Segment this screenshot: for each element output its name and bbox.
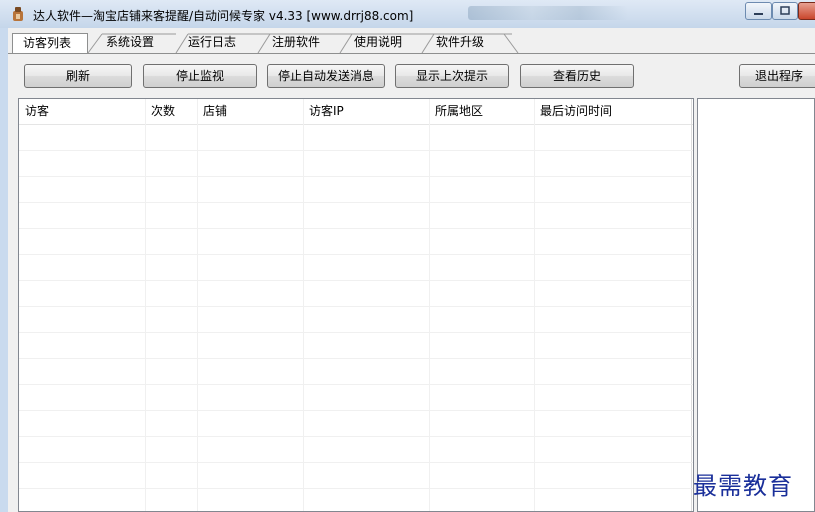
grid-row-line xyxy=(19,150,693,151)
column-header-last-visit-time[interactable]: 最后访问时间 xyxy=(534,99,692,124)
refresh-button[interactable]: 刷新 xyxy=(24,64,132,88)
tab-strip: 访客列表 系统设置 运行日志 注册软件 使用说明 软件升级 xyxy=(8,33,815,54)
grid-row-line xyxy=(19,306,693,307)
column-header-count[interactable]: 次数 xyxy=(145,99,197,124)
view-history-button[interactable]: 查看历史 xyxy=(520,64,634,88)
grid-row-line xyxy=(19,228,693,229)
column-header-visitor[interactable]: 访客 xyxy=(19,99,145,124)
tab-baseline xyxy=(8,53,815,54)
app-icon xyxy=(13,7,23,21)
grid-row-line xyxy=(19,410,693,411)
stop-monitor-button[interactable]: 停止监视 xyxy=(143,64,257,88)
grid-row-line xyxy=(19,436,693,437)
watermark-text: 最需教育 xyxy=(693,472,793,500)
visitor-list[interactable]: 访客 次数 店铺 访客IP 所属地区 最后访问时间 xyxy=(18,98,694,512)
minimize-icon xyxy=(754,13,763,15)
toolbar: 刷新 停止监视 停止自动发送消息 显示上次提示 查看历史 退出程序 xyxy=(8,61,815,91)
side-panel xyxy=(697,98,815,512)
grid-row-line xyxy=(19,254,693,255)
column-header-shop[interactable]: 店铺 xyxy=(197,99,303,124)
grid-row-line xyxy=(19,332,693,333)
grid-row-line xyxy=(19,488,693,489)
app-window: 达人软件—淘宝店铺来客提醒/自动问候专家 v4.33 [www.drrj88.c… xyxy=(0,0,815,512)
client-area: 访客列表 系统设置 运行日志 注册软件 使用说明 软件升级 刷新 停止监视 停止… xyxy=(8,28,815,512)
grid-row-line xyxy=(19,202,693,203)
column-header-region[interactable]: 所属地区 xyxy=(429,99,534,124)
grid-row-line xyxy=(19,462,693,463)
list-header: 访客 次数 店铺 访客IP 所属地区 最后访问时间 xyxy=(19,99,693,125)
title-bar[interactable]: 达人软件—淘宝店铺来客提醒/自动问候专家 v4.33 [www.drrj88.c… xyxy=(0,0,815,28)
close-button[interactable] xyxy=(798,2,815,20)
window-border xyxy=(0,28,8,512)
column-header-visitor-ip[interactable]: 访客IP xyxy=(303,99,429,124)
minimize-button[interactable] xyxy=(745,2,772,20)
window-title: 达人软件—淘宝店铺来客提醒/自动问候专家 v4.33 [www.drrj88.c… xyxy=(33,9,414,23)
grid-row-line xyxy=(19,280,693,281)
grid-row-line xyxy=(19,176,693,177)
show-last-tip-button[interactable]: 显示上次提示 xyxy=(395,64,509,88)
exit-button[interactable]: 退出程序 xyxy=(739,64,815,88)
stop-auto-send-button[interactable]: 停止自动发送消息 xyxy=(267,64,385,88)
grid-row-line xyxy=(19,358,693,359)
maximize-button[interactable] xyxy=(772,2,798,20)
blurred-title-overlay xyxy=(468,6,628,20)
grid-row-line xyxy=(19,384,693,385)
tab-dividers xyxy=(87,33,519,54)
maximize-icon xyxy=(780,6,790,15)
